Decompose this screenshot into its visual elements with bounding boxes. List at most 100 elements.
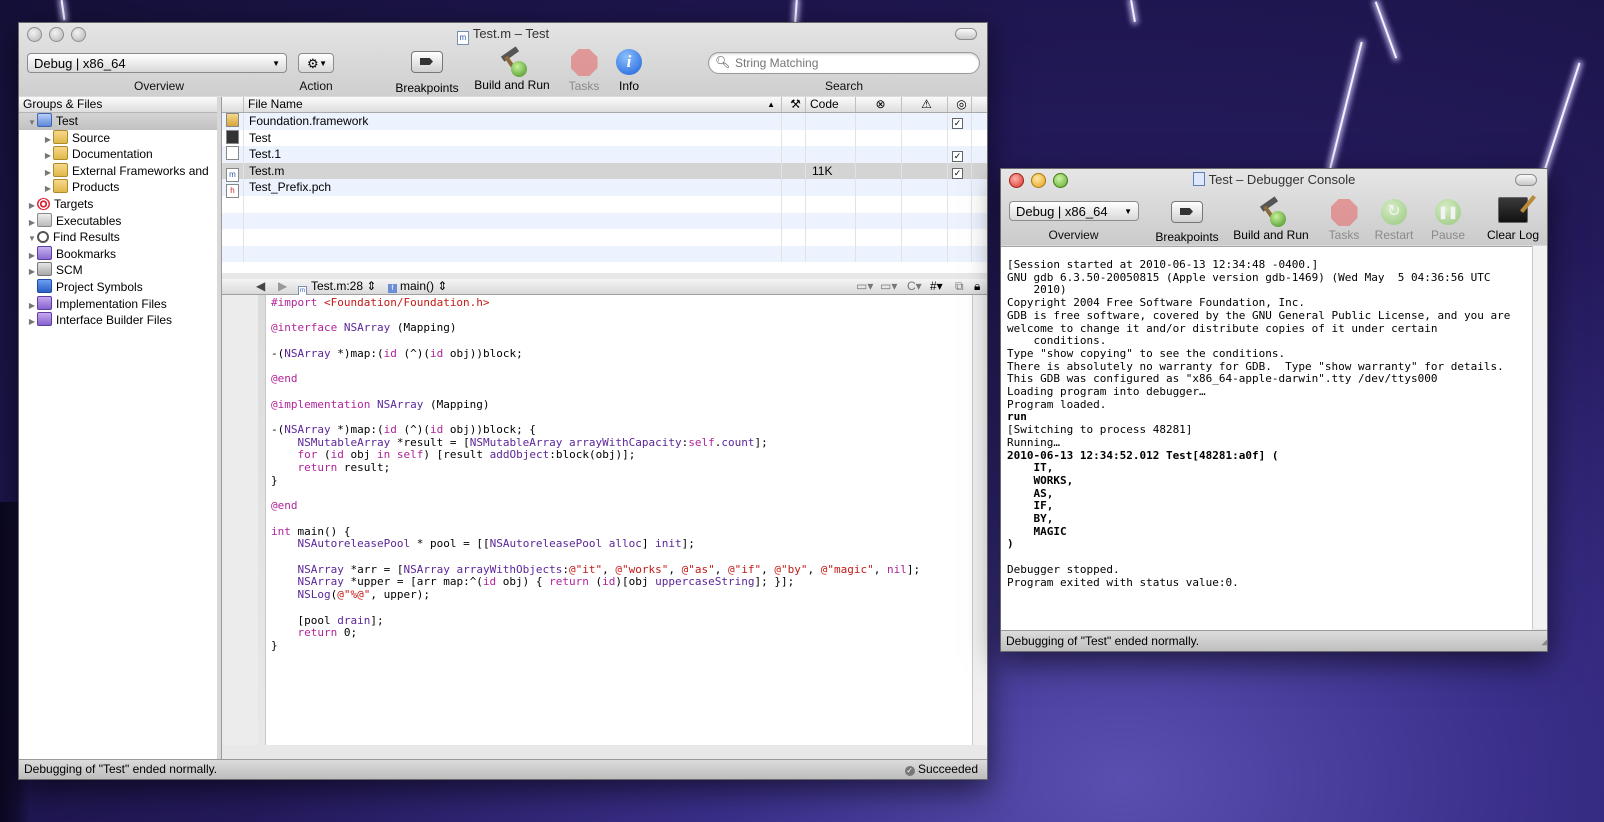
file-name-column-header[interactable]: File Name ▲ — [244, 97, 782, 112]
lightning-bolt — [1130, 0, 1136, 23]
warnings-column-header[interactable]: ⚠ — [902, 97, 948, 112]
framework-icon — [226, 113, 239, 127]
build-column-header[interactable]: ⚒ — [782, 97, 806, 112]
debugger-console-window: Test – Debugger Console Debug | x86_64 ▼… — [1000, 168, 1548, 652]
source-code-text[interactable]: #import <Foundation/Foundation.h> @inter… — [271, 296, 920, 653]
active-configuration-popup[interactable]: Debug | x86_64 ▼ — [27, 53, 287, 73]
target-membership-icon: ◎ — [956, 97, 967, 111]
target-checkbox[interactable]: ✓ — [952, 151, 963, 163]
breakpoints-popup[interactable]: ▭▾ — [880, 279, 897, 294]
restart-button[interactable]: ↻ Restart — [1369, 199, 1419, 242]
main-titlebar[interactable]: m Test.m – Test — [19, 23, 987, 45]
toolbar-toggle-button[interactable] — [955, 28, 977, 40]
breakpoints-button[interactable]: Breakpoints — [391, 51, 463, 95]
lightning-bolt — [794, 0, 798, 23]
run-command-text: run — [1007, 410, 1027, 424]
sidebar-header-label: Groups & Files — [23, 97, 103, 111]
close-button[interactable] — [1009, 173, 1024, 188]
sidebar-item-find-results[interactable]: ▼ Find Results — [19, 229, 217, 246]
focus-ribbon[interactable] — [258, 295, 265, 745]
breakpoints-button[interactable]: Breakpoints — [1151, 201, 1223, 244]
search-input[interactable] — [733, 55, 967, 71]
code-line: return 0; — [297, 626, 358, 640]
nslog-output-text: 2010-06-13 12:34:52.012 Test[48281:a0f] … — [1007, 448, 1279, 551]
class-hierarchy-popup[interactable]: C▾ — [907, 279, 922, 294]
back-arrow-icon[interactable]: ◀ — [256, 279, 265, 294]
sidebar-item-test[interactable]: ▼ Test — [19, 113, 217, 130]
included-files-popup[interactable]: #▾ — [930, 279, 943, 294]
minimize-button[interactable] — [49, 27, 64, 42]
project-icon — [37, 113, 52, 127]
target-checkbox[interactable]: ✓ — [952, 118, 963, 129]
console-output[interactable]: [Session started at 2010-06-13 12:34:48 … — [1001, 246, 1532, 630]
sidebar-item-source[interactable]: ▶ Source — [19, 129, 217, 147]
build-and-run-button[interactable]: Build and Run — [471, 46, 553, 92]
file-list-header: File Name ▲ ⚒ Code ⊗ ⚠ ◎ — [222, 97, 987, 113]
active-configuration-popup[interactable]: Debug | x86_64 ▼ — [1009, 201, 1139, 221]
empty-row — [222, 229, 987, 246]
search-field[interactable]: 🔍︎ — [708, 52, 980, 74]
zoom-button[interactable] — [71, 27, 86, 42]
sidebar-item-bookmarks[interactable]: ▶ Bookmarks — [19, 245, 217, 263]
sidebar-item-project-symbols[interactable]: Project Symbols — [19, 278, 217, 296]
code-editor[interactable]: #import <Foundation/Foundation.h> @inter… — [222, 295, 972, 745]
tasks-button[interactable]: Tasks — [559, 49, 609, 93]
hammer-icon: ⚒ — [790, 97, 801, 111]
file-row[interactable]: m Test.m 11K ✓ — [222, 162, 987, 182]
sidebar-header[interactable]: Groups & Files — [19, 97, 217, 113]
bookmarks-popup[interactable]: ▭▾ — [856, 279, 873, 294]
file-row[interactable]: h Test_Prefix.pch — [222, 179, 987, 199]
action-popup[interactable]: ⚙ ▼ — [298, 53, 334, 73]
file-name-cell: Test — [244, 129, 782, 147]
minimize-button[interactable] — [1031, 173, 1046, 188]
file-name-header-label: File Name — [248, 97, 303, 111]
toolbar-toggle-button[interactable] — [1515, 174, 1537, 186]
zoom-button[interactable] — [1053, 173, 1068, 188]
file-row[interactable]: Test.1 ✓ — [222, 146, 987, 163]
window-controls — [27, 27, 86, 42]
console-titlebar[interactable]: Test – Debugger Console — [1001, 169, 1547, 191]
resize-grip-icon[interactable]: ◢ — [1541, 631, 1547, 651]
file-row[interactable]: Foundation.framework ✓ — [222, 113, 987, 130]
errors-column-header[interactable]: ⊗ — [856, 97, 902, 112]
file-type-column-header[interactable] — [222, 97, 244, 112]
sidebar-item-implementation-files[interactable]: ▶ Implementation Files — [19, 295, 217, 313]
editor-navigation-bar: ◀ ▶ m Test.m:28 ⇕ f main() ⇕ ▭▾ ▭▾ C▾ #▾ ⧉… — [222, 279, 987, 297]
clear-log-button[interactable]: Clear Log — [1483, 195, 1543, 242]
build-and-run-button[interactable]: Build and Run — [1230, 196, 1312, 242]
code-line: NSAutoreleasePool * pool = [[NSAutorelea… — [297, 537, 695, 551]
file-row[interactable]: Test — [222, 129, 987, 147]
sidebar-item-documentation[interactable]: ▶ Documentation — [19, 146, 217, 163]
lock-icon[interactable]: 🔒︎ — [974, 279, 980, 294]
function-popup[interactable]: f main() ⇕ — [388, 279, 447, 294]
sidebar-item-label: Bookmarks — [56, 246, 117, 261]
code-column-header[interactable]: Code — [806, 97, 856, 112]
sidebar-item-executables[interactable]: ▶ Executables — [19, 212, 217, 230]
info-button[interactable]: i Info — [611, 49, 647, 93]
document-m-icon: m — [456, 31, 469, 45]
pause-button[interactable]: ❚❚ Pause — [1423, 199, 1473, 242]
tasks-button[interactable]: Tasks — [1319, 199, 1369, 242]
console-text[interactable]: [Session started at 2010-06-13 12:34:48 … — [1001, 247, 1532, 589]
counterpart-button[interactable]: ⧉ — [955, 279, 964, 294]
executable-icon — [37, 212, 52, 227]
sidebar-item-interface-builder-files[interactable]: ▶ Interface Builder Files — [19, 312, 217, 329]
popup-arrow-icon: ▼ — [1124, 207, 1132, 216]
sidebar-item-products[interactable]: ▶ Products — [19, 179, 217, 196]
forward-arrow-icon[interactable]: ▶ — [278, 279, 287, 294]
window-title: Test – Debugger Console — [1208, 172, 1356, 187]
sidebar-item-targets[interactable]: ▶ Targets — [19, 196, 217, 213]
target-checkbox[interactable]: ✓ — [952, 167, 963, 179]
sidebar-item-label: External Frameworks and — [72, 163, 209, 178]
editor-vertical-scrollbar[interactable] — [972, 295, 987, 745]
close-button[interactable] — [27, 27, 42, 42]
console-vertical-scrollbar[interactable] — [1532, 246, 1547, 629]
sidebar-item-scm[interactable]: ▶ SCM — [19, 262, 217, 279]
disclosure-closed-icon[interactable]: ▶ — [27, 314, 37, 331]
cube-icon — [37, 278, 52, 293]
scm-icon — [37, 262, 52, 277]
target-column-header[interactable]: ◎ — [948, 97, 972, 112]
sidebar-item-external-frameworks-and[interactable]: ▶ External Frameworks and — [19, 162, 217, 180]
process-status-text: [Switching to process 48281] Running… — [1007, 423, 1193, 449]
